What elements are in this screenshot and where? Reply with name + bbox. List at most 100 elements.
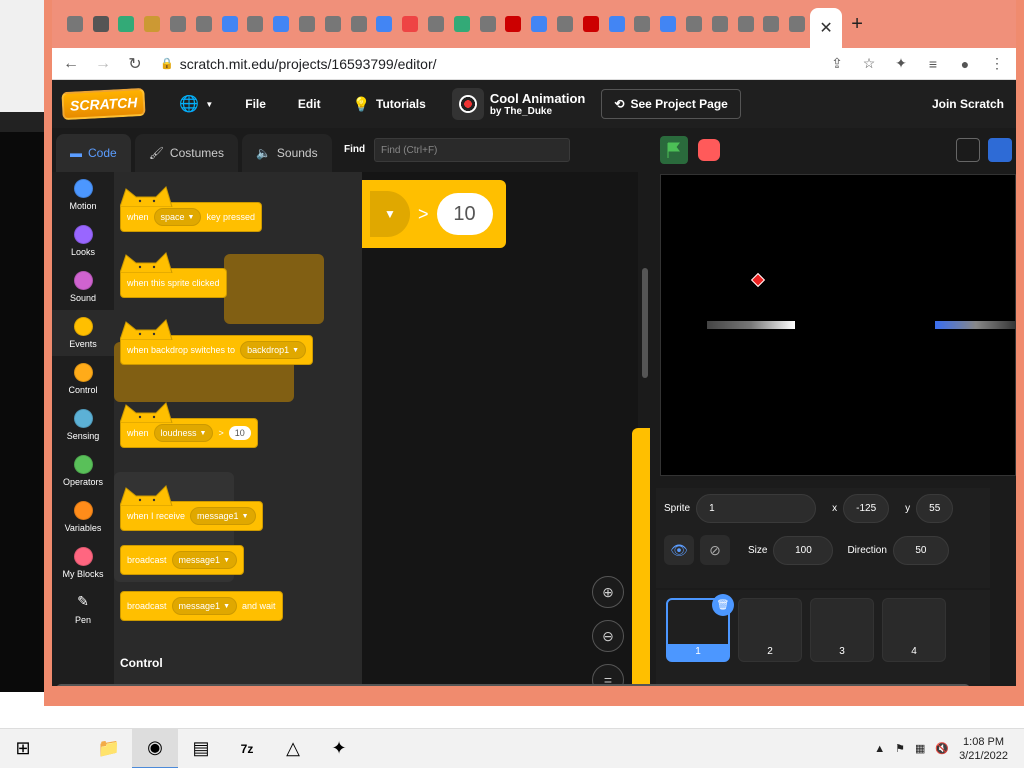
browser-tab[interactable] — [268, 0, 294, 48]
browser-tab[interactable] — [191, 0, 217, 48]
green-flag-icon[interactable] — [660, 136, 688, 164]
zoom-in-icon[interactable]: ⊕ — [592, 576, 624, 608]
clock[interactable]: 1:08 PM 3/21/2022 — [959, 735, 1008, 763]
sensor-dropdown[interactable]: loudness ▼ — [153, 424, 214, 442]
flag-icon[interactable]: ⚑ — [895, 742, 905, 755]
message-dropdown[interactable]: message1 ▼ — [171, 551, 237, 569]
threshold-input[interactable]: 10 — [436, 193, 493, 235]
tab-costumes[interactable]: 🖌 Costumes — [134, 134, 238, 172]
profile-icon[interactable]: ● — [952, 51, 978, 77]
zoom-out-icon[interactable]: ⊖ — [592, 620, 624, 652]
sprite-name-input[interactable]: 1 — [696, 494, 817, 523]
delete-sprite-icon[interactable]: 🗑 — [712, 594, 734, 616]
app-icon[interactable]: △ — [270, 729, 316, 768]
backdrop-dropdown[interactable]: backdrop1 ▼ — [240, 341, 307, 359]
volume-icon[interactable]: 🔇 — [935, 742, 949, 755]
show-hidden-icon[interactable]: ▲ — [874, 743, 885, 755]
threshold-input[interactable]: 10 — [228, 426, 251, 440]
tab-code[interactable]: ▬ Code — [56, 134, 131, 172]
when-backdrop-switches-block[interactable]: when backdrop switches to backdrop1 ▼ — [120, 319, 314, 365]
message-dropdown[interactable]: message1 ▼ — [171, 597, 237, 615]
browser-tab[interactable] — [346, 0, 372, 48]
stage-canvas[interactable] — [660, 174, 1016, 476]
sprite-tile[interactable]: 1 🗑 — [666, 594, 734, 662]
browser-tab[interactable] — [88, 0, 114, 48]
file-menu[interactable]: File — [229, 97, 282, 111]
sprite-tile[interactable]: 3 — [810, 598, 874, 662]
dropdown-caret-icon[interactable]: ▼ — [370, 191, 410, 237]
browser-tab[interactable] — [604, 0, 630, 48]
normal-stage-icon[interactable] — [988, 138, 1012, 162]
reload-icon[interactable]: ↻ — [122, 51, 148, 77]
category-control[interactable]: Control — [52, 356, 114, 402]
tutorials-button[interactable]: 💡 Tutorials — [337, 96, 442, 113]
when-loudness-block[interactable]: when loudness ▼ > 10 — [120, 402, 258, 448]
browser-tab[interactable] — [397, 0, 423, 48]
zoom-reset-icon[interactable]: = — [592, 664, 624, 686]
category-operators[interactable]: Operators — [52, 448, 114, 494]
category-variables[interactable]: Variables — [52, 494, 114, 540]
y-input[interactable]: 55 — [916, 494, 954, 523]
browser-tab[interactable] — [294, 0, 320, 48]
language-menu[interactable]: 🌐 ▼ — [163, 94, 229, 114]
browser-tab[interactable] — [759, 0, 785, 48]
browser-tab[interactable] — [243, 0, 269, 48]
category-sensing[interactable]: Sensing — [52, 402, 114, 448]
new-tab-button[interactable]: + — [842, 13, 872, 36]
browser-tab[interactable] — [784, 0, 810, 48]
scratch-logo[interactable]: SCRATCH — [61, 87, 147, 121]
broadcast-block[interactable]: broadcast message1 ▼ — [120, 545, 244, 575]
browser-tab[interactable] — [449, 0, 475, 48]
scratch-app-icon[interactable]: ✦ — [316, 729, 362, 768]
browser-tab[interactable] — [62, 0, 88, 48]
sprite-tile[interactable]: 4 — [882, 598, 946, 662]
category-motion[interactable]: Motion — [52, 172, 114, 218]
browser-tab[interactable] — [165, 0, 191, 48]
stop-icon[interactable] — [698, 139, 720, 161]
browser-tab[interactable] — [630, 0, 656, 48]
bookmark-star-icon[interactable]: ☆ — [856, 51, 882, 77]
workspace-loudness-block[interactable]: ▼ > 10 — [362, 180, 506, 248]
browser-tab[interactable] — [526, 0, 552, 48]
x-input[interactable]: -125 — [843, 494, 890, 523]
media-icon[interactable]: ≡ — [920, 51, 946, 77]
when-key-pressed-block[interactable]: when space ▼ key pressed — [120, 186, 263, 232]
size-input[interactable]: 100 — [773, 535, 834, 565]
network-icon[interactable]: ▦ — [915, 742, 925, 755]
url-field[interactable]: 🔒 scratch.mit.edu/projects/16593799/edit… — [154, 51, 794, 77]
workspace-scrollbar[interactable] — [642, 268, 648, 378]
back-icon[interactable]: ← — [58, 51, 84, 77]
key-dropdown[interactable]: space ▼ — [153, 208, 202, 226]
category-pen[interactable]: ✎ Pen — [52, 586, 114, 632]
browser-tab[interactable] — [475, 0, 501, 48]
extensions-icon[interactable]: ✦ — [888, 51, 914, 77]
browser-tab[interactable] — [320, 0, 346, 48]
tab-sounds[interactable]: 🔈 Sounds — [241, 134, 332, 172]
edit-menu[interactable]: Edit — [282, 97, 337, 111]
browser-tab[interactable] — [114, 0, 140, 48]
find-input[interactable]: Find (Ctrl+F) — [374, 138, 570, 162]
forward-icon[interactable]: → — [90, 51, 116, 77]
browser-tab[interactable] — [552, 0, 578, 48]
browser-tab[interactable] — [578, 0, 604, 48]
category-my-blocks[interactable]: My Blocks — [52, 540, 114, 586]
show-sprite-icon[interactable]: 👁 — [664, 535, 694, 565]
when-i-receive-block[interactable]: when I receive message1 ▼ — [120, 485, 263, 531]
file-explorer-icon[interactable]: 📁 — [86, 729, 132, 768]
browser-tab[interactable] — [423, 0, 449, 48]
direction-input[interactable]: 50 — [892, 535, 949, 565]
join-scratch-link[interactable]: Join Scratch — [932, 97, 1004, 111]
category-events[interactable]: Events — [52, 310, 114, 356]
browser-tab[interactable] — [501, 0, 527, 48]
active-tab[interactable]: ✕ — [810, 8, 843, 48]
small-stage-icon[interactable] — [956, 138, 980, 162]
browser-tab[interactable] — [733, 0, 759, 48]
chrome-icon[interactable]: ◉ — [132, 728, 178, 768]
start-icon[interactable]: ⊞ — [0, 729, 46, 768]
task-manager-icon[interactable]: ▤ — [178, 729, 224, 768]
category-sound[interactable]: Sound — [52, 264, 114, 310]
browser-tab[interactable] — [217, 0, 243, 48]
menu-icon[interactable]: ⋮ — [984, 51, 1010, 77]
sprite-tile[interactable]: 2 — [738, 598, 802, 662]
browser-tab[interactable] — [372, 0, 398, 48]
